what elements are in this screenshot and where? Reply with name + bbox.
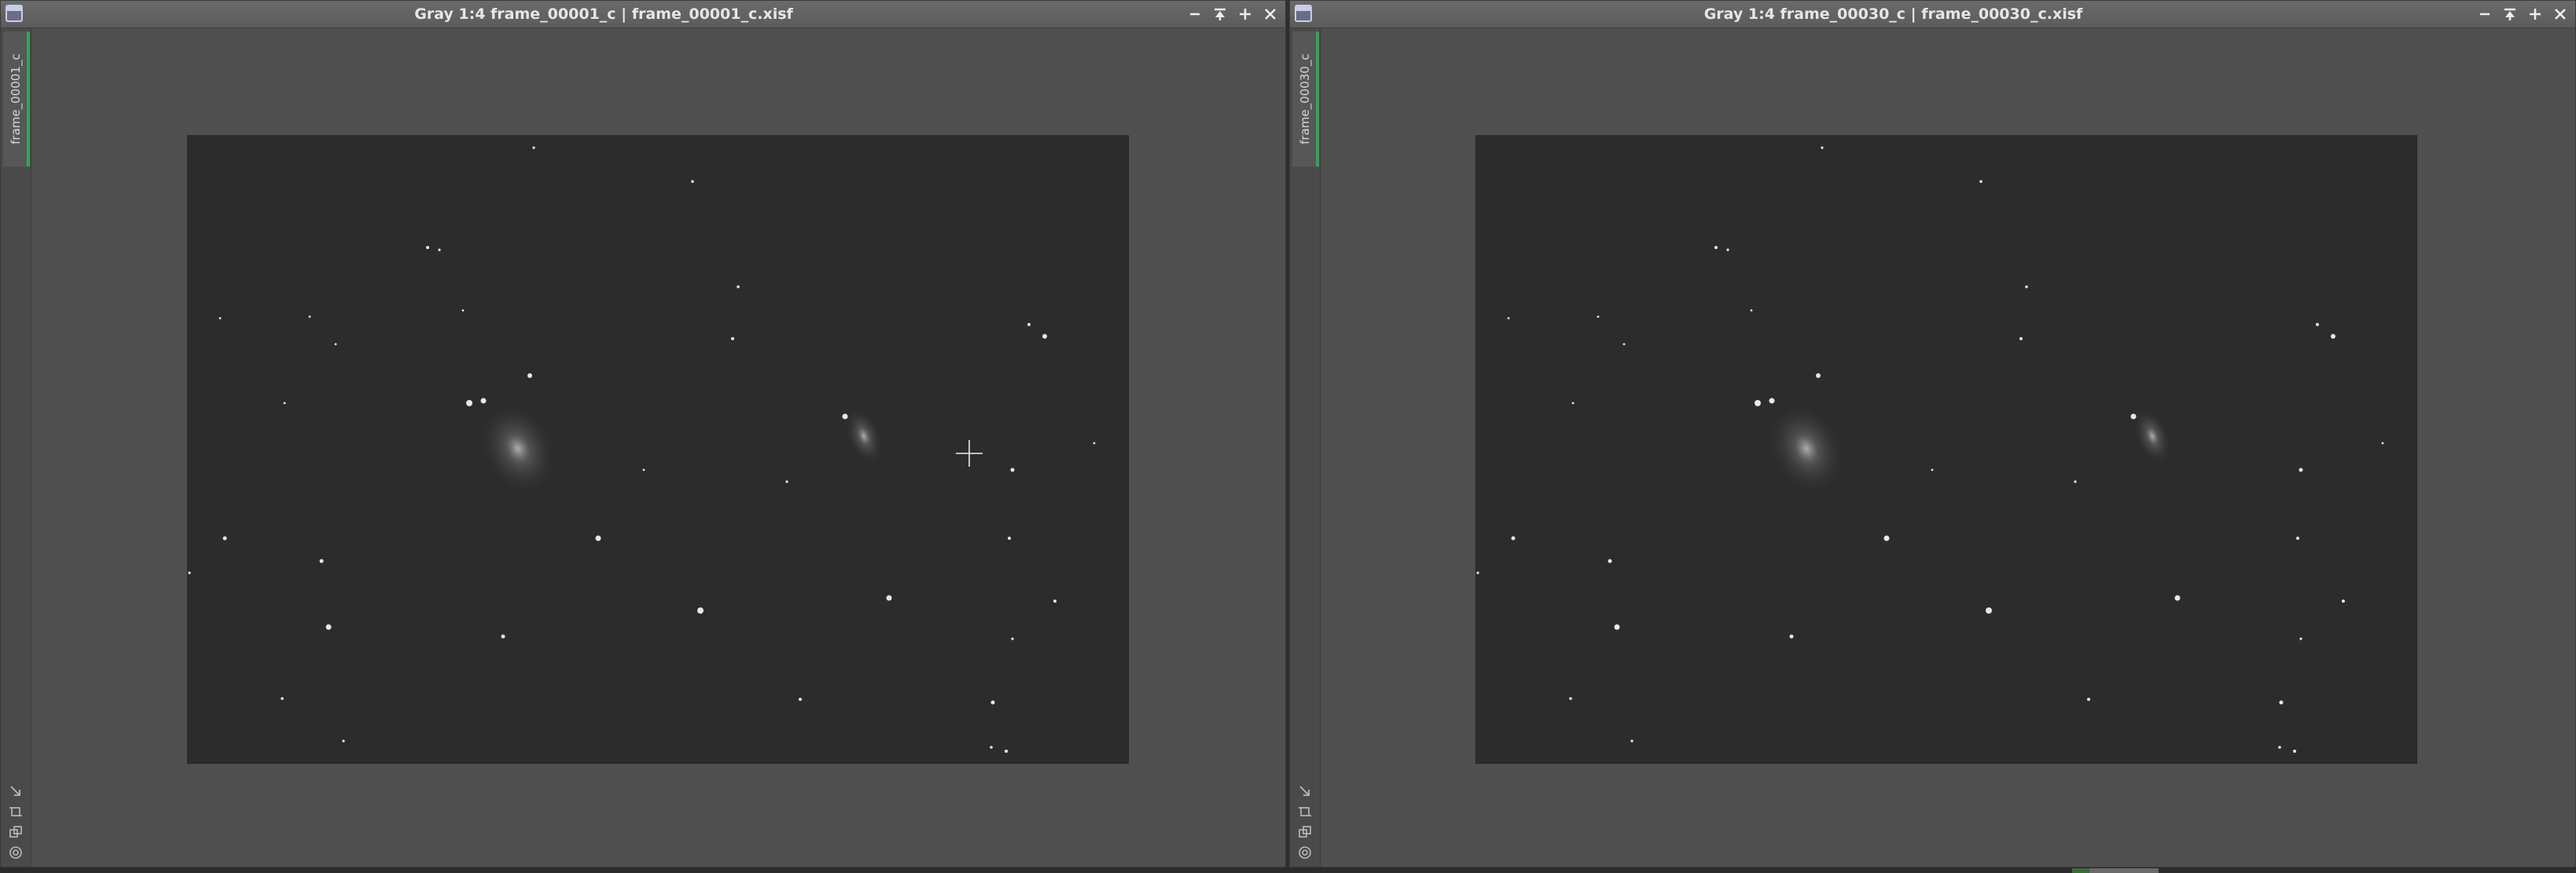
window-title-bar[interactable]: Gray 1:4 frame_00030_c | frame_00030_c.x…	[1290, 1, 2575, 28]
window-icon[interactable]	[6, 5, 23, 22]
image-window-2[interactable]: Gray 1:4 frame_00030_c | frame_00030_c.x…	[1289, 0, 2576, 867]
view-tab[interactable]: frame_00030_c	[1292, 31, 1319, 167]
image-viewport[interactable]	[31, 28, 1285, 867]
star-field	[188, 146, 1096, 753]
close-icon[interactable]	[1262, 6, 1279, 23]
settings-icon[interactable]	[8, 845, 24, 860]
crop-icon[interactable]	[8, 804, 24, 820]
arrow-icon[interactable]	[1297, 783, 1313, 799]
galaxy-right	[2133, 407, 2172, 465]
workspace-bottom-bar	[0, 867, 2576, 873]
galaxy-right	[844, 407, 884, 465]
maximize-icon[interactable]	[2526, 6, 2544, 23]
window-icon[interactable]	[1295, 5, 1312, 22]
image-window-1[interactable]: Gray 1:4 frame_00001_c | frame_00001_c.x…	[0, 0, 1286, 867]
window-title: Gray 1:4 frame_00030_c | frame_00030_c.x…	[1703, 6, 2083, 23]
copy-icon[interactable]	[1297, 824, 1313, 840]
astro-image[interactable]	[187, 135, 1129, 764]
window-title: Gray 1:4 frame_00001_c | frame_00001_c.x…	[414, 6, 793, 23]
view-tab-label: frame_00001_c	[9, 53, 23, 145]
galaxy-left	[479, 402, 557, 496]
minimize-icon[interactable]	[2476, 6, 2493, 23]
copy-icon[interactable]	[8, 824, 24, 840]
shade-icon[interactable]	[1211, 6, 1229, 23]
view-tab[interactable]: frame_00001_c	[3, 31, 30, 167]
maximize-icon[interactable]	[1237, 6, 1254, 23]
settings-icon[interactable]	[1297, 845, 1313, 860]
minimize-icon[interactable]	[1186, 6, 1203, 23]
window-sidebar: frame_00030_c	[1290, 28, 1321, 867]
star-field	[1476, 146, 2384, 753]
image-viewport[interactable]	[1321, 28, 2575, 867]
arrow-icon[interactable]	[8, 783, 24, 799]
taskbar-thumbnails[interactable]	[2072, 868, 2159, 873]
crop-icon[interactable]	[1297, 804, 1313, 820]
astro-image[interactable]	[1475, 135, 2417, 764]
crosshair-cursor	[956, 440, 983, 467]
close-icon[interactable]	[2552, 6, 2569, 23]
window-title-bar[interactable]: Gray 1:4 frame_00001_c | frame_00001_c.x…	[1, 1, 1285, 28]
view-tab-label: frame_00030_c	[1298, 53, 1312, 145]
galaxy-left	[1767, 402, 1846, 496]
shade-icon[interactable]	[2501, 6, 2519, 23]
window-sidebar: frame_00001_c	[1, 28, 31, 867]
